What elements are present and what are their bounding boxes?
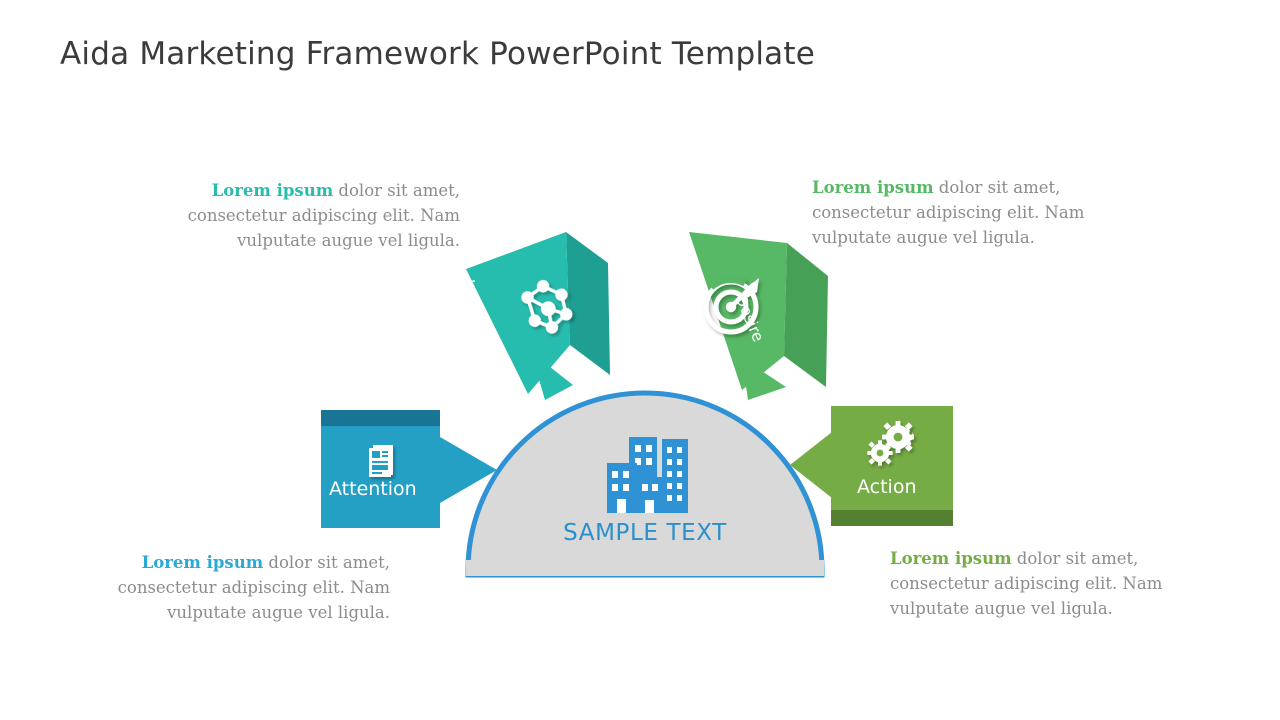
center-sample-text: SAMPLE TEXT bbox=[563, 520, 727, 546]
caption-interest: Lorem ipsum dolor sit amet, consectetur … bbox=[170, 178, 460, 253]
caption-interest-lead: Lorem ipsum bbox=[211, 181, 334, 200]
dome-base bbox=[466, 560, 824, 576]
stage-attention[interactable] bbox=[321, 410, 497, 528]
stage-action[interactable] bbox=[790, 406, 953, 526]
center-dome[interactable] bbox=[465, 390, 825, 578]
interest-box-face bbox=[466, 232, 570, 394]
attention-box-accent bbox=[321, 410, 440, 426]
newspaper-icon bbox=[369, 445, 393, 477]
caption-attention-lead: Lorem ipsum bbox=[141, 553, 264, 572]
caption-attention: Lorem ipsum dolor sit amet, consectetur … bbox=[100, 550, 390, 625]
stage-interest[interactable] bbox=[466, 232, 610, 400]
interest-box-shade bbox=[566, 232, 610, 375]
caption-desire-lead: Lorem ipsum bbox=[812, 178, 934, 197]
action-box-accent bbox=[831, 510, 953, 526]
caption-action: Lorem ipsum dolor sit amet, consectetur … bbox=[890, 546, 1180, 621]
desire-box-face bbox=[689, 232, 787, 390]
stage-desire[interactable] bbox=[689, 232, 828, 400]
desire-box-shade bbox=[784, 243, 828, 387]
caption-desire: Lorem ipsum dolor sit amet, consectetur … bbox=[812, 175, 1102, 250]
caption-action-lead: Lorem ipsum bbox=[890, 549, 1012, 568]
action-box-body bbox=[831, 406, 953, 526]
